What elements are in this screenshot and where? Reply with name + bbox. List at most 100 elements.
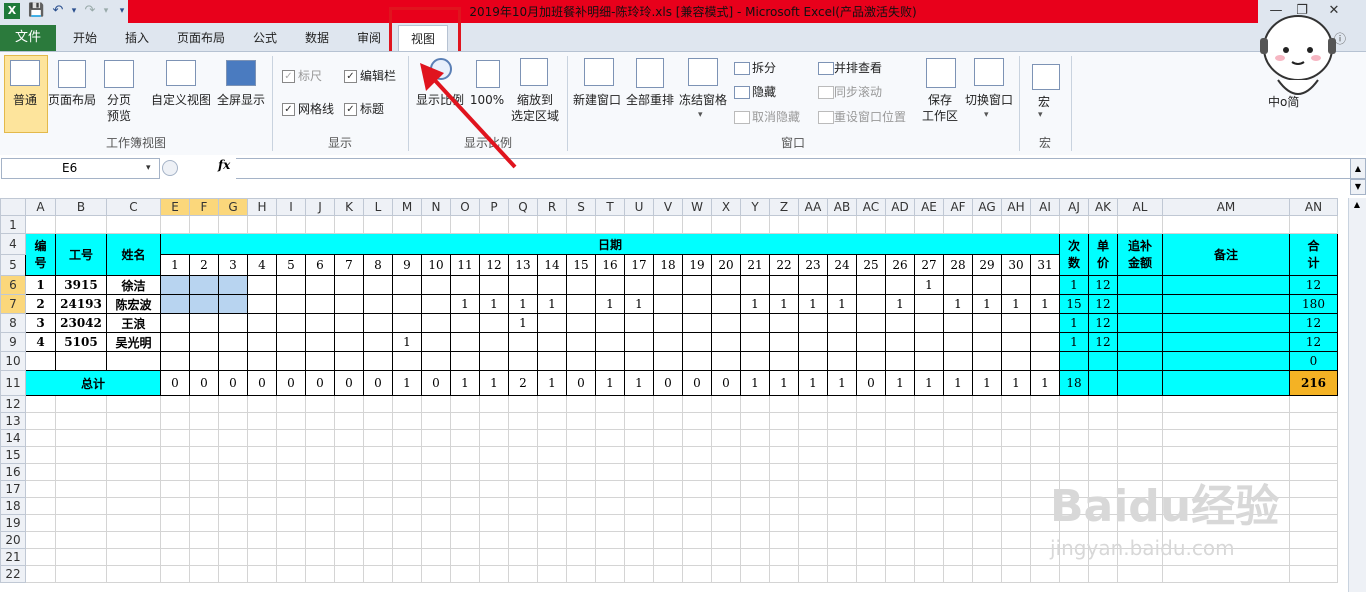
day-cell[interactable]	[595, 313, 625, 333]
column-header[interactable]: T	[595, 198, 625, 216]
cell[interactable]	[914, 463, 944, 481]
cell[interactable]	[247, 412, 277, 430]
arrange-all-icon[interactable]	[636, 58, 664, 88]
cell[interactable]	[653, 429, 683, 447]
cell[interactable]	[595, 548, 625, 566]
cell[interactable]	[537, 514, 567, 532]
page-layout-view-button[interactable]: 页面布局	[46, 92, 98, 108]
cell[interactable]	[189, 480, 219, 498]
cell[interactable]	[1289, 531, 1338, 549]
cell[interactable]	[972, 565, 1002, 583]
cell[interactable]	[305, 480, 335, 498]
column-header[interactable]: AK	[1088, 198, 1118, 216]
cell[interactable]	[1162, 565, 1290, 583]
column-header[interactable]: H	[247, 198, 277, 216]
cell[interactable]	[653, 463, 683, 481]
day-cell[interactable]	[566, 313, 596, 333]
column-header[interactable]: AF	[943, 198, 973, 216]
row-header[interactable]: 11	[0, 370, 26, 396]
column-header[interactable]: B	[55, 198, 107, 216]
cell[interactable]	[25, 480, 56, 498]
cell[interactable]	[508, 497, 538, 515]
cell[interactable]	[189, 565, 219, 583]
cell[interactable]	[106, 412, 161, 430]
cell[interactable]	[247, 548, 277, 566]
cell[interactable]	[740, 514, 770, 532]
cell[interactable]	[392, 497, 422, 515]
cell[interactable]	[25, 412, 56, 430]
cell[interactable]	[1001, 548, 1031, 566]
day-cell[interactable]	[914, 351, 944, 371]
cell-id[interactable]: 3	[25, 313, 56, 333]
column-header[interactable]: A	[25, 198, 56, 216]
cell[interactable]	[943, 480, 973, 498]
total-day-cell[interactable]: 0	[247, 370, 277, 396]
cell[interactable]	[160, 548, 190, 566]
cell[interactable]	[740, 497, 770, 515]
cell[interactable]	[1030, 429, 1060, 447]
cell[interactable]	[943, 514, 973, 532]
cell[interactable]	[827, 531, 857, 549]
day-header[interactable]: 18	[653, 254, 683, 276]
day-cell[interactable]	[769, 275, 799, 295]
cell[interactable]	[682, 429, 712, 447]
cell[interactable]	[624, 548, 654, 566]
cell[interactable]	[595, 463, 625, 481]
row-header[interactable]: 22	[0, 565, 26, 583]
cell[interactable]	[189, 497, 219, 515]
cell[interactable]	[653, 412, 683, 430]
day-cell[interactable]	[189, 275, 219, 295]
day-header[interactable]: 30	[1001, 254, 1031, 276]
cell[interactable]	[653, 514, 683, 532]
cell[interactable]	[25, 531, 56, 549]
cell[interactable]	[508, 446, 538, 464]
view-side-by-side-icon[interactable]	[818, 62, 834, 75]
cell[interactable]	[334, 531, 364, 549]
cell[interactable]	[972, 548, 1002, 566]
cell-count[interactable]: 1	[1059, 275, 1089, 295]
cell[interactable]	[856, 412, 886, 430]
day-cell[interactable]	[624, 351, 654, 371]
column-header[interactable]: AJ	[1059, 198, 1089, 216]
cell[interactable]	[189, 446, 219, 464]
cell-name[interactable]	[106, 351, 161, 371]
cell[interactable]	[1117, 429, 1163, 447]
cell[interactable]	[450, 215, 480, 234]
cell-name[interactable]: 徐洁	[106, 275, 161, 295]
day-cell[interactable]	[682, 351, 712, 371]
cell[interactable]	[421, 497, 451, 515]
total-day-cell[interactable]: 1	[479, 370, 509, 396]
cell[interactable]	[769, 548, 799, 566]
column-header[interactable]: P	[479, 198, 509, 216]
day-header[interactable]: 31	[1030, 254, 1060, 276]
total-day-cell[interactable]: 0	[711, 370, 741, 396]
cell[interactable]	[106, 531, 161, 549]
cell[interactable]	[653, 548, 683, 566]
cell[interactable]	[363, 215, 393, 234]
cell-extra[interactable]	[1117, 332, 1163, 352]
total-day-cell[interactable]: 1	[740, 370, 770, 396]
cell[interactable]	[305, 446, 335, 464]
cell[interactable]	[276, 412, 306, 430]
cell[interactable]	[827, 514, 857, 532]
day-cell[interactable]	[392, 313, 422, 333]
cell[interactable]	[55, 565, 107, 583]
row-header[interactable]: 4	[0, 233, 26, 255]
cell[interactable]	[711, 215, 741, 234]
day-cell[interactable]: 1	[827, 294, 857, 314]
row-header[interactable]: 7	[0, 294, 26, 314]
cell[interactable]	[479, 463, 509, 481]
cell[interactable]	[247, 531, 277, 549]
cell[interactable]	[189, 548, 219, 566]
page-break-preview-icon[interactable]	[104, 60, 134, 88]
cell[interactable]	[711, 395, 741, 413]
day-cell[interactable]	[189, 351, 219, 371]
cell-extra[interactable]	[1117, 275, 1163, 295]
cell[interactable]	[334, 497, 364, 515]
gridlines-checkbox[interactable]: ✓	[282, 103, 295, 116]
cell[interactable]	[1117, 412, 1163, 430]
macros-button[interactable]: 宏	[1024, 94, 1064, 110]
cell[interactable]	[363, 565, 393, 583]
day-cell[interactable]	[537, 275, 567, 295]
cell[interactable]	[421, 429, 451, 447]
